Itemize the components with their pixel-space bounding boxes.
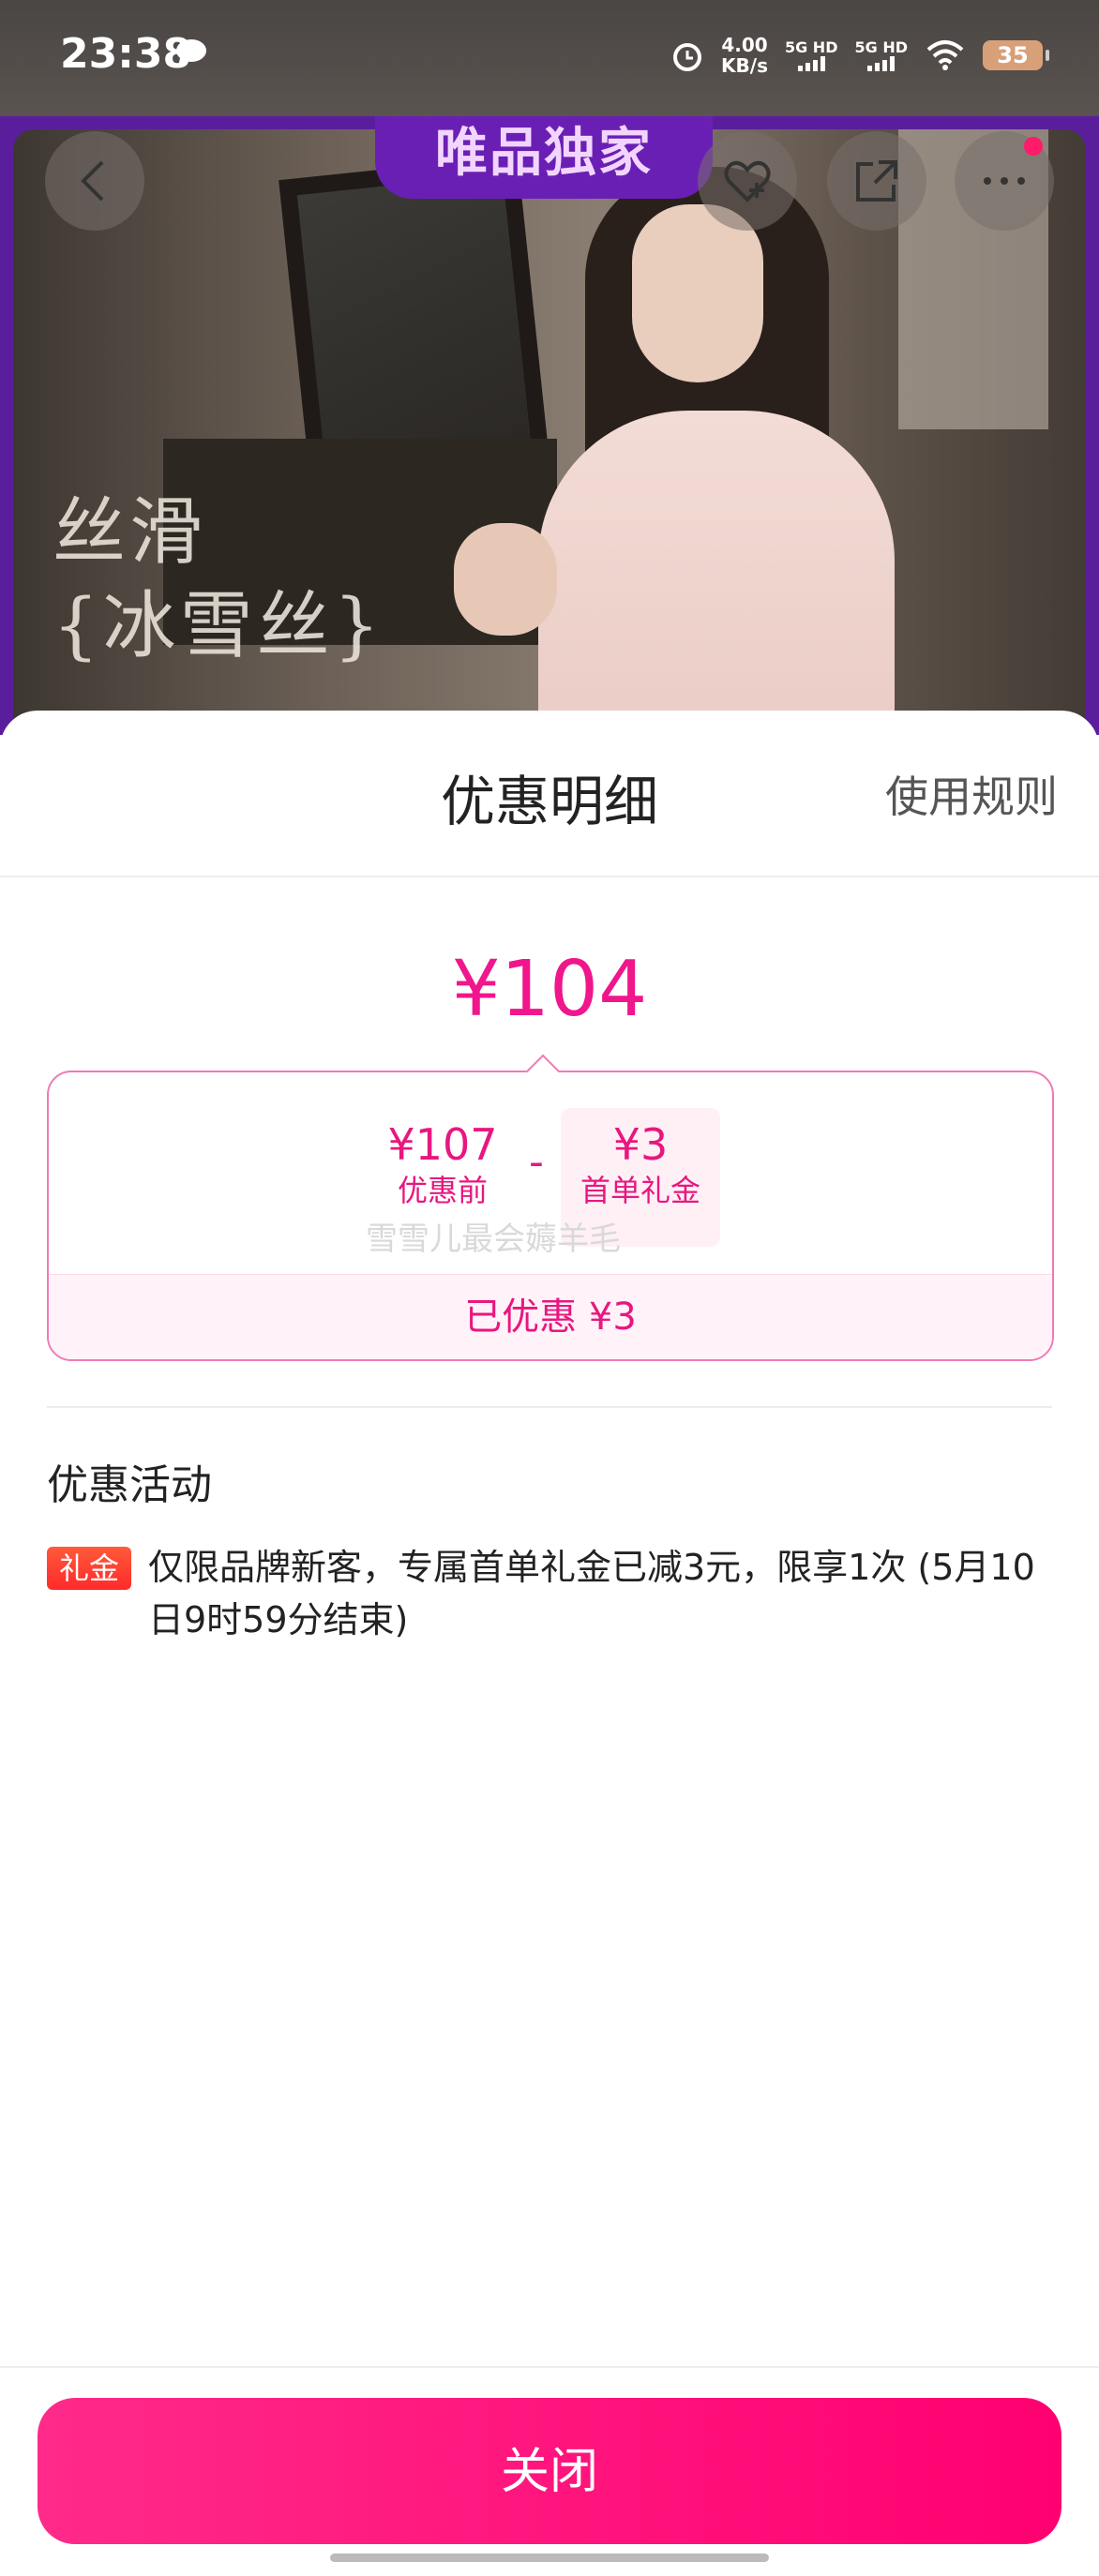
divider (47, 1406, 1052, 1408)
home-indicator[interactable] (330, 2554, 769, 2562)
price-breakdown: ¥107 优惠前 - ¥3 首单礼金 雪雪儿最会薅羊毛 已优惠 ¥3 (47, 1071, 1054, 1361)
back-button[interactable] (45, 131, 144, 231)
saved-amount: 已优惠 ¥3 (49, 1274, 1052, 1359)
minus-operator: - (529, 1138, 544, 1186)
divider (0, 2366, 1099, 2368)
discount-sheet: 优惠明细 使用规则 ¥104 ¥107 优惠前 - ¥3 首单礼金 雪雪儿最会薅… (0, 711, 1099, 2576)
signal-sim1: 5G HD (785, 39, 838, 71)
share-button[interactable] (827, 131, 926, 231)
product-image: 丝滑 {冰雪丝} (0, 116, 1099, 735)
usage-rules-link[interactable]: 使用规则 (885, 763, 1058, 825)
final-price: ¥104 (451, 945, 648, 1034)
more-icon (984, 177, 1025, 185)
back-icon (81, 160, 104, 202)
signal-sim2: 5G HD (854, 39, 908, 71)
hero-headline: 丝滑 {冰雪丝} (53, 490, 384, 668)
favorite-add-icon (724, 160, 771, 202)
discount-value: ¥3 (612, 1119, 669, 1170)
alarm-icon (673, 43, 702, 71)
original-price-block: ¥107 优惠前 (377, 1117, 508, 1209)
notification-dot (1024, 137, 1043, 156)
original-price: ¥107 (387, 1119, 498, 1170)
share-icon (856, 160, 897, 202)
activities-title: 优惠活动 (47, 1461, 212, 1509)
more-button[interactable] (955, 131, 1054, 231)
status-time: 23:38 (60, 30, 192, 78)
watermark: 雪雪儿最会薅羊毛 (366, 1221, 621, 1258)
network-speed: 4.00 KB/s (721, 34, 768, 77)
close-button[interactable]: 关闭 (38, 2398, 1061, 2544)
exclusive-badge: 唯品独家 (375, 116, 713, 199)
discount-label: 首单礼金 (580, 1173, 700, 1208)
message-icon (176, 39, 206, 67)
signal-icon (785, 56, 838, 71)
signal-icon (854, 56, 908, 71)
discount-block: ¥3 首单礼金 (561, 1117, 720, 1209)
wifi-icon (926, 40, 964, 70)
battery-indicator: 35 (983, 40, 1049, 70)
original-price-label: 优惠前 (397, 1173, 488, 1208)
gift-cash-tag: 礼金 (47, 1547, 131, 1590)
divider (0, 876, 1099, 877)
status-bar: 23:38 4.00 KB/s 5G HD 5G HD 35 (0, 0, 1099, 116)
activity-description: 仅限品牌新客，专属首单礼金已减3元，限享1次 (5月10日9时59分结束) (148, 1547, 1035, 1640)
favorite-button[interactable] (698, 131, 797, 231)
